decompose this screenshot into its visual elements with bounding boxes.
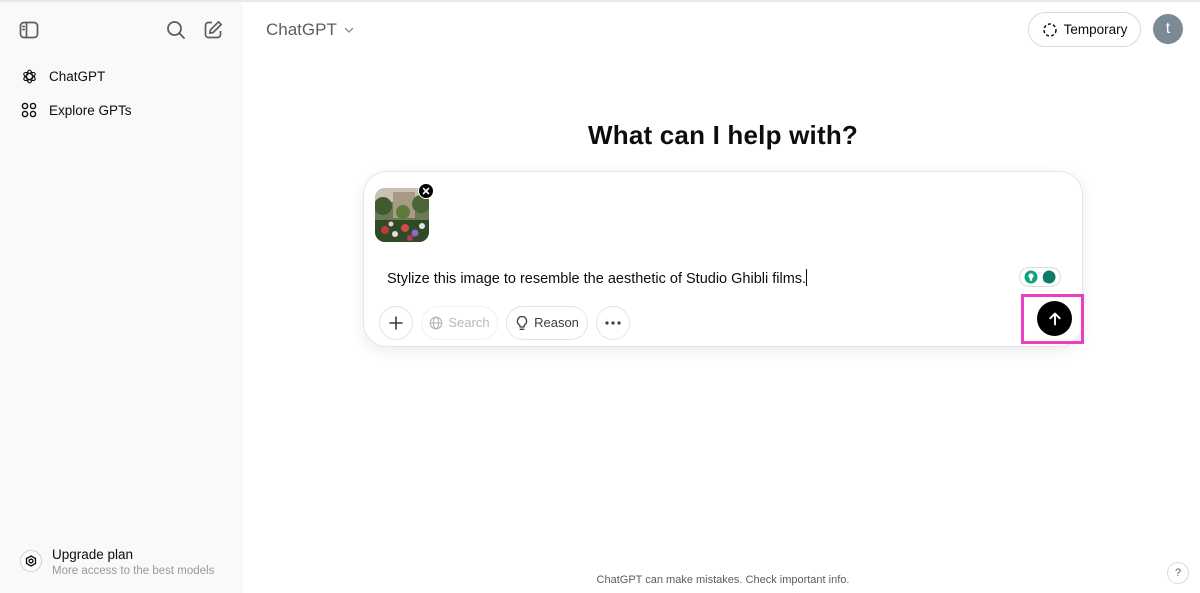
search-chats-button[interactable] [162, 16, 190, 44]
send-button[interactable] [1037, 301, 1072, 336]
globe-icon [429, 316, 443, 329]
avatar[interactable]: t [1153, 14, 1183, 44]
sidebar: ChatGPT Explore GPTs Upgrade plan More a… [0, 2, 243, 593]
search-web-button[interactable]: Search [421, 305, 498, 340]
composer: Stylize this image to resemble the aesth… [363, 171, 1083, 347]
temporary-chat-icon [1042, 22, 1057, 37]
sidebar-toggle-icon [19, 21, 39, 39]
temporary-chat-button[interactable]: Temporary [1028, 12, 1141, 47]
search-label: Search [448, 315, 490, 330]
extension-icons[interactable] [1019, 267, 1061, 287]
prompt-input[interactable]: Stylize this image to resemble the aesth… [387, 269, 808, 287]
reason-button[interactable]: Reason [506, 305, 588, 340]
text-caret [806, 269, 808, 286]
sidebar-item-label: ChatGPT [49, 68, 106, 84]
sidebar-toggle-button[interactable] [15, 16, 43, 44]
chat-bubble-extension-icon [1042, 270, 1056, 284]
upgrade-text: Upgrade plan More access to the best mod… [52, 542, 214, 579]
new-chat-button[interactable] [199, 16, 227, 44]
grid-icon [20, 101, 38, 119]
more-tools-button[interactable] [596, 305, 630, 340]
sidebar-item-chatgpt[interactable]: ChatGPT [12, 59, 234, 93]
reason-label: Reason [534, 315, 579, 330]
arrow-up-icon [1048, 312, 1061, 325]
more-horizontal-icon [605, 320, 621, 325]
chevron-down-icon [343, 24, 355, 36]
upgrade-icon [20, 550, 42, 572]
add-attachment-button[interactable] [379, 305, 413, 340]
composer-toolbar: Search Reason [379, 305, 638, 340]
upgrade-plan-button[interactable]: Upgrade plan More access to the best mod… [12, 542, 234, 586]
temporary-label: Temporary [1063, 22, 1128, 37]
plus-icon [389, 315, 403, 330]
prompt-input-text: Stylize this image to resemble the aesth… [387, 271, 807, 287]
search-icon [167, 21, 185, 39]
lightbulb-icon [516, 315, 528, 330]
sidebar-item-label: Explore GPTs [49, 102, 132, 118]
page-title: What can I help with? [588, 120, 858, 150]
new-chat-icon [204, 20, 223, 39]
model-selector[interactable]: ChatGPT [258, 14, 363, 46]
disclaimer-text: ChatGPT can make mistakes. Check importa… [596, 574, 850, 586]
help-button[interactable]: ? [1167, 562, 1189, 584]
remove-attachment-button[interactable] [418, 183, 434, 199]
upgrade-title: Upgrade plan [52, 547, 134, 562]
sidebar-nav: ChatGPT Explore GPTs [12, 59, 234, 127]
model-name: ChatGPT [266, 20, 337, 39]
lightbulb-extension-icon [1024, 270, 1037, 284]
upgrade-subtitle: More access to the best models [52, 565, 215, 577]
close-icon [422, 187, 430, 195]
sidebar-item-explore-gpts[interactable]: Explore GPTs [12, 93, 234, 127]
openai-logo-icon [20, 67, 38, 85]
